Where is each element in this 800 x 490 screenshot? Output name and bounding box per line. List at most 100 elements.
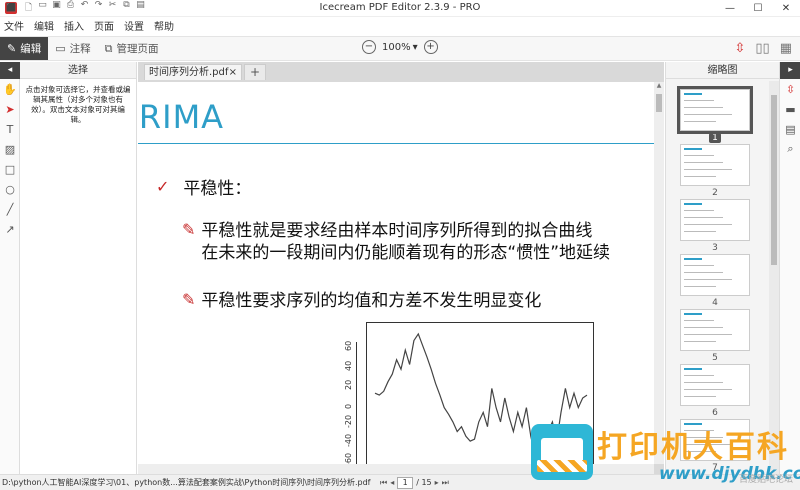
pages-icon: ⧉ bbox=[104, 41, 113, 55]
scroll-up-icon[interactable]: ▲ bbox=[654, 82, 664, 92]
thumbnails-icon[interactable]: ⇳ bbox=[780, 79, 800, 99]
zoom-out-button[interactable]: − bbox=[362, 40, 376, 54]
comments-icon[interactable]: ▤ bbox=[780, 119, 800, 139]
manage-pages-label: 管理页面 bbox=[116, 43, 159, 55]
thumbnail-page-preview bbox=[680, 144, 750, 186]
sub-bullet-1-line-2: 在未来的一段期间内仍能顺着现有的形态“惯性”地延续 bbox=[201, 243, 611, 263]
sub-bullet-2: ✎ 平稳性要求序列的均值和方差不发生明显变化 bbox=[182, 290, 541, 312]
thumbnail-page-preview bbox=[677, 86, 753, 134]
current-page-input[interactable]: 1 bbox=[397, 476, 414, 489]
thumbnail-panel-header: 缩略图 bbox=[666, 62, 779, 79]
manage-pages-button[interactable]: ⧉ 管理页面 bbox=[98, 37, 166, 60]
close-button[interactable]: ✕ bbox=[772, 0, 800, 17]
main-toolbar: ✎ 编辑 ▭ 注释 ⧉ 管理页面 − 100% ▾ + ⇳ ▯▯ ▦ bbox=[0, 36, 800, 61]
menu-help[interactable]: 帮助 bbox=[154, 18, 174, 33]
zoom-select[interactable]: 100% ▾ bbox=[382, 42, 418, 53]
zoom-in-button[interactable]: + bbox=[423, 40, 438, 54]
thumbnail-page-preview bbox=[680, 199, 750, 241]
pencil-bullet-icon: ✎ bbox=[182, 220, 196, 239]
slide-title: ARIMA bbox=[138, 98, 225, 136]
print-icon[interactable]: ⎙ bbox=[65, 0, 76, 16]
text-tool-icon[interactable]: T bbox=[0, 119, 20, 139]
document-vertical-scrollbar[interactable]: ▲ bbox=[654, 82, 664, 464]
thumbnail-item[interactable]: 2 bbox=[680, 144, 750, 198]
redo-icon[interactable]: ↷ bbox=[93, 0, 104, 16]
zoom-value: 100% bbox=[382, 41, 411, 53]
bullet-main-text: 平稳性： bbox=[183, 179, 252, 199]
select-panel-header: 选择 bbox=[20, 62, 136, 79]
thumbnail-scrollbar[interactable] bbox=[769, 81, 779, 474]
ellipse-tool-icon[interactable]: ○ bbox=[0, 179, 20, 199]
tab-document-label: 时间序列分析.pdf bbox=[149, 67, 229, 78]
hand-tool-icon[interactable]: ✋ bbox=[0, 79, 20, 99]
arrow-tool-icon[interactable]: ↗ bbox=[0, 219, 20, 239]
pdf-page[interactable]: ARIMA ✓ 平稳性： ✎ 平稳性就是要求经由样本时间序列所得到的拟合曲线 在… bbox=[138, 82, 654, 464]
edit-mode-button[interactable]: ✎ 编辑 bbox=[0, 37, 49, 60]
status-bar: D:\python人工智能AI深度学习\01、python数...算法配套案例实… bbox=[0, 474, 800, 490]
menu-edit[interactable]: 编辑 bbox=[34, 18, 54, 33]
single-page-view-icon[interactable]: ⇳ bbox=[734, 42, 745, 56]
thumbnail-item[interactable]: 6 bbox=[680, 364, 750, 418]
copy-icon[interactable]: ⧉ bbox=[121, 0, 132, 16]
window-controls: — ☐ ✕ bbox=[716, 0, 800, 17]
prev-page-icon[interactable]: ◂ bbox=[390, 478, 394, 487]
minimize-button[interactable]: — bbox=[716, 0, 744, 17]
scroll-thumb[interactable] bbox=[656, 94, 662, 112]
annotate-mode-label: 注释 bbox=[69, 43, 91, 55]
add-tab-button[interactable]: + bbox=[244, 64, 266, 80]
thumbnail-scroll-thumb[interactable] bbox=[771, 95, 777, 265]
rectangle-tool-icon[interactable]: □ bbox=[0, 159, 20, 179]
right-tool-rail: ▸ ⇳ ▬ ▤ ⌕ bbox=[779, 62, 800, 474]
cut-icon[interactable]: ✂ bbox=[107, 0, 118, 16]
next-page-icon[interactable]: ▸ bbox=[435, 478, 439, 487]
save-icon[interactable]: ▣ bbox=[51, 0, 62, 16]
left-tool-rail: ◂ ✋ ➤ T ▨ □ ○ ╱ ↗ bbox=[0, 62, 20, 474]
title-rule bbox=[138, 143, 654, 144]
collapse-left-button[interactable]: ◂ bbox=[0, 62, 20, 79]
menu-settings[interactable]: 设置 bbox=[124, 18, 144, 33]
maximize-button[interactable]: ☐ bbox=[744, 0, 772, 17]
menu-page[interactable]: 页面 bbox=[94, 18, 114, 33]
paste-icon[interactable]: ▤ bbox=[135, 0, 146, 16]
bookmarks-icon[interactable]: ▬ bbox=[780, 99, 800, 119]
menu-file[interactable]: 文件 bbox=[4, 18, 24, 33]
thumbnail-item[interactable]: 4 bbox=[680, 254, 750, 308]
thumbnail-panel: 缩略图 1 2 3 4 5 6 7 bbox=[665, 62, 779, 474]
tab-document[interactable]: 时间序列分析.pdf × bbox=[144, 64, 242, 80]
grid-view-icon[interactable]: ▦ bbox=[780, 42, 792, 56]
time-series-chart bbox=[374, 332, 588, 463]
y-tick-label: -60 bbox=[344, 453, 353, 464]
thumbnail-item[interactable]: 7 bbox=[680, 419, 750, 473]
select-tool-icon[interactable]: ➤ bbox=[0, 99, 20, 119]
view-mode-icons: ⇳ ▯▯ ▦ bbox=[734, 42, 792, 56]
thumbnail-page-number: 7 bbox=[712, 463, 718, 473]
y-tick-label: 0 bbox=[344, 403, 353, 409]
two-page-view-icon[interactable]: ▯▯ bbox=[755, 42, 769, 56]
thumbnail-item[interactable]: 3 bbox=[680, 199, 750, 253]
file-path: D:\python人工智能AI深度学习\01、python数...算法配套案例实… bbox=[2, 478, 371, 487]
image-tool-icon[interactable]: ▨ bbox=[0, 139, 20, 159]
annotate-mode-button[interactable]: ▭ 注释 bbox=[48, 37, 97, 60]
first-page-icon[interactable]: ⏮ bbox=[380, 478, 387, 488]
sub-bullet-1-line-1: 平稳性就是要求经由样本时间序列所得到的拟合曲线 bbox=[201, 221, 593, 241]
chevron-down-icon: ▾ bbox=[412, 41, 418, 53]
sub-bullet-1: ✎ 平稳性就是要求经由样本时间序列所得到的拟合曲线 在未来的一段期间内仍能顺着现… bbox=[182, 220, 610, 264]
document-tabs: 时间序列分析.pdf × + bbox=[138, 62, 664, 80]
tab-close-icon[interactable]: × bbox=[229, 65, 237, 80]
thumbnail-item[interactable]: 1 bbox=[677, 86, 753, 143]
line-tool-icon[interactable]: ╱ bbox=[0, 199, 20, 219]
undo-icon[interactable]: ↶ bbox=[79, 0, 90, 16]
thumbnail-page-preview bbox=[680, 309, 750, 351]
new-file-icon[interactable]: 🗋 bbox=[23, 0, 34, 16]
search-icon[interactable]: ⌕ bbox=[780, 139, 800, 159]
thumbnail-item[interactable]: 5 bbox=[680, 309, 750, 363]
pencil-icon: ✎ bbox=[7, 42, 17, 55]
document-area: 时间序列分析.pdf × + ARIMA ✓ 平稳性： ✎ 平稳性就是要求经由样… bbox=[138, 62, 664, 474]
thumbnail-page-number: 4 bbox=[712, 298, 718, 308]
menu-insert[interactable]: 插入 bbox=[64, 18, 84, 33]
series-line bbox=[374, 332, 588, 463]
open-folder-icon[interactable]: ▭ bbox=[37, 0, 48, 16]
last-page-icon[interactable]: ⏭ bbox=[442, 478, 449, 488]
document-horizontal-scrollbar[interactable] bbox=[138, 464, 654, 474]
collapse-right-button[interactable]: ▸ bbox=[780, 62, 800, 79]
